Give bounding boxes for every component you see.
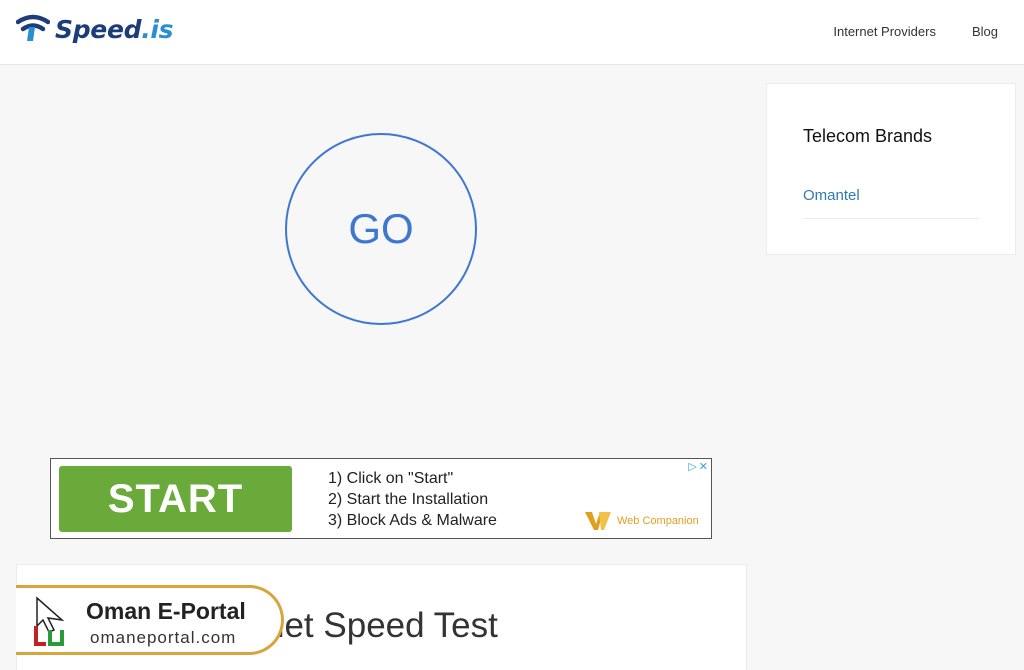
ad-brand: Web Companion	[585, 512, 699, 530]
sidebar-item-omantel: Omantel	[803, 187, 979, 219]
sidebar-widget: Telecom Brands Omantel	[766, 83, 1016, 255]
web-companion-logo-icon	[585, 512, 611, 530]
logo-wordmark: Speed.is	[55, 14, 174, 44]
brand-link-omantel[interactable]: Omantel	[803, 187, 860, 204]
sidebar-title: Telecom Brands	[803, 126, 933, 146]
top-nav: Internet Providers Blog	[833, 24, 998, 39]
watermark-title: Oman E-Portal	[86, 598, 246, 624]
go-button[interactable]: GO	[285, 133, 477, 325]
page-title: net Speed Test	[265, 606, 498, 645]
site-logo[interactable]: Speed.is	[16, 14, 174, 44]
ad-start-button[interactable]: START	[59, 466, 292, 532]
watermark-badge: Oman E-Portal omaneportal.com	[16, 585, 284, 655]
watermark-url: omaneportal.com	[90, 628, 237, 647]
nav-blog[interactable]: Blog	[972, 24, 998, 39]
ad-steps: 1) Click on "Start" 2) Start the Install…	[328, 468, 497, 531]
ad-controls: ▷ ✕	[688, 460, 708, 473]
ad-banner[interactable]: START 1) Click on "Start" 2) Start the I…	[50, 458, 712, 539]
nav-internet-providers[interactable]: Internet Providers	[833, 24, 936, 39]
site-header: Speed.is Internet Providers Blog	[0, 0, 1024, 65]
ad-step: 2) Start the Installation	[328, 491, 489, 508]
oman-eportal-logo-icon	[34, 596, 65, 646]
ad-step: 1) Click on "Start"	[328, 470, 454, 487]
ad-step: 3) Block Ads & Malware	[328, 512, 497, 529]
ad-brand-label: Web Companion	[617, 515, 699, 527]
ad-choices-icon[interactable]: ▷	[688, 460, 696, 473]
close-icon[interactable]: ✕	[699, 460, 708, 473]
wifi-signal-icon	[16, 14, 50, 41]
